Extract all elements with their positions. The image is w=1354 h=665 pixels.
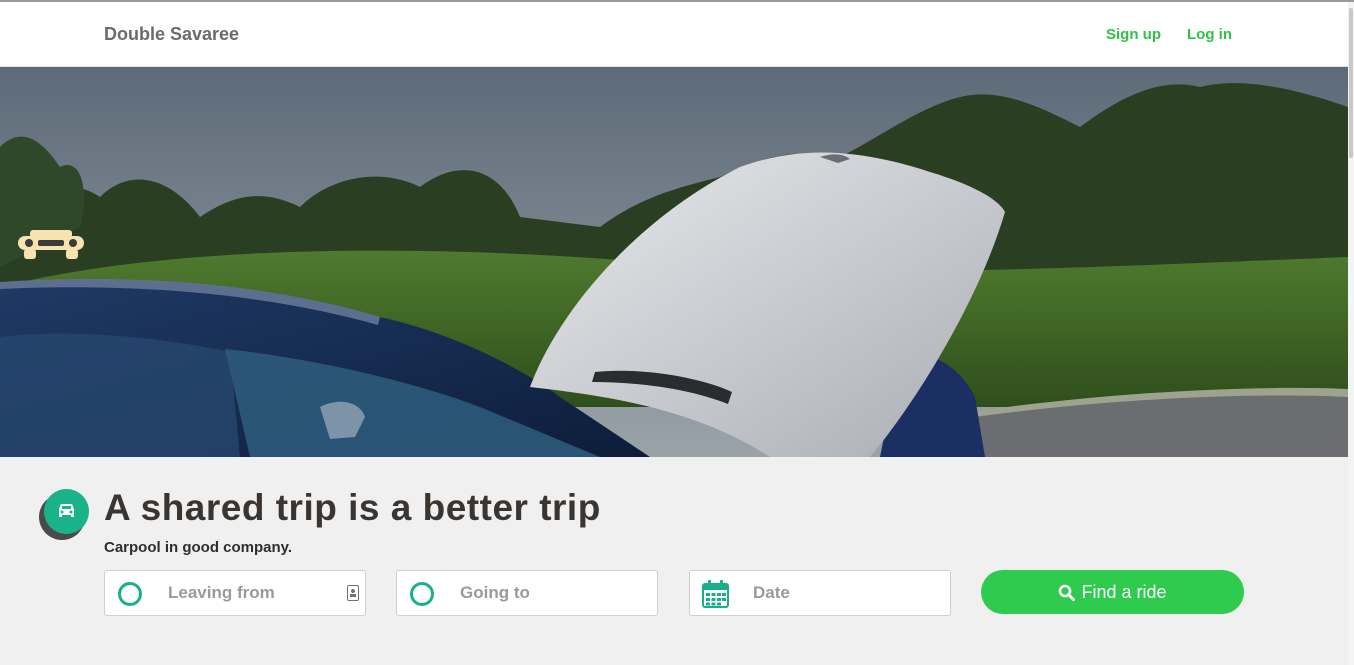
calendar-icon	[702, 580, 729, 613]
car-icon	[59, 504, 74, 517]
leaving-from-field[interactable]	[104, 570, 366, 616]
find-ride-button[interactable]: Find a ride	[981, 570, 1244, 614]
hero-photo	[0, 67, 1348, 457]
date-field[interactable]	[689, 570, 951, 616]
page-subtitle: Carpool in good company.	[104, 539, 293, 556]
leaving-from-input[interactable]	[168, 579, 328, 607]
page-scrollbar[interactable]	[1348, 2, 1354, 665]
find-ride-label: Find a ride	[1081, 581, 1167, 602]
circle-ring-icon	[410, 582, 434, 606]
date-input[interactable]	[753, 579, 913, 607]
login-link[interactable]: Log in	[1187, 26, 1232, 43]
car-badge	[44, 489, 89, 534]
navbar: Double Savaree Sign up Log in	[0, 2, 1348, 67]
going-to-input[interactable]	[460, 579, 620, 607]
going-to-field[interactable]	[396, 570, 658, 616]
brand-logo-text[interactable]: Double Savaree	[104, 24, 239, 45]
contact-card-icon[interactable]	[347, 585, 359, 606]
signup-link[interactable]: Sign up	[1106, 26, 1161, 43]
circle-ring-icon	[118, 582, 142, 606]
main-content: A shared trip is a better trip Carpool i…	[0, 457, 1348, 665]
car-front-icon	[16, 227, 86, 261]
hero-image	[0, 67, 1348, 457]
scrollbar-thumb[interactable]	[1349, 8, 1353, 158]
page-title: A shared trip is a better trip	[104, 487, 601, 528]
search-icon	[1059, 584, 1076, 601]
